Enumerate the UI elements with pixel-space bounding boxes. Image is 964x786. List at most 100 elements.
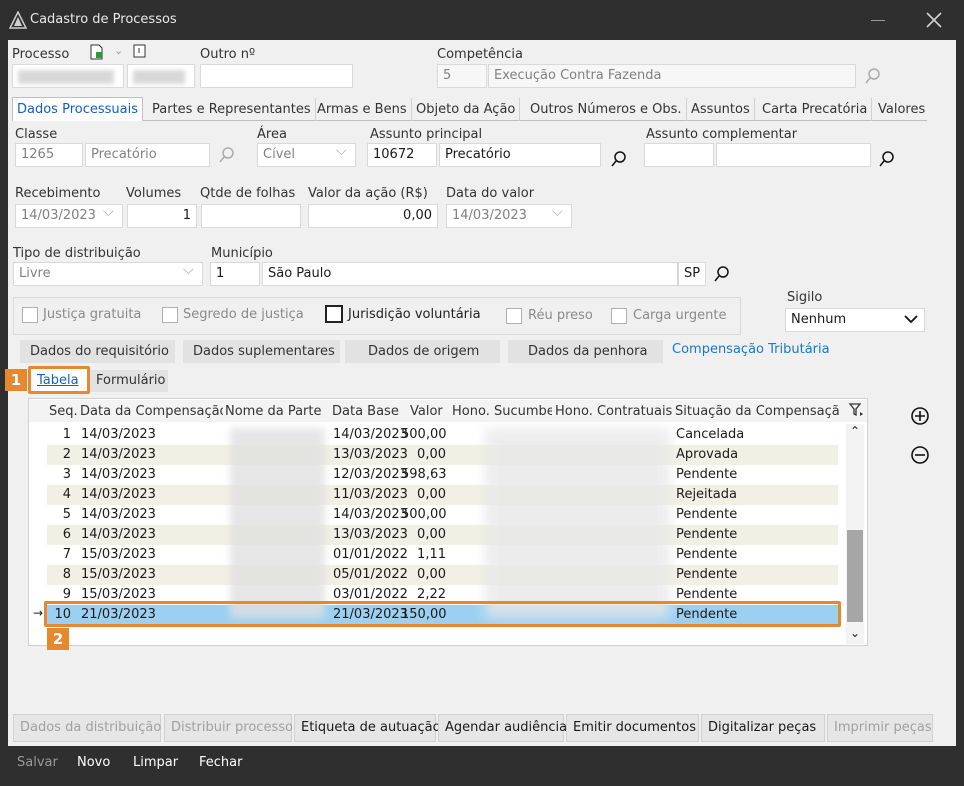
distribuir-processo-button[interactable]: Distribuir processo: [164, 714, 293, 742]
reu-preso-label: Réu preso: [528, 308, 593, 323]
col-hono-sucumbe[interactable]: Hono. Sucumbe: [452, 404, 552, 419]
imprimir-pecas-button[interactable]: Imprimir peças: [827, 714, 933, 742]
municipio-code-field[interactable]: 1: [210, 262, 260, 286]
col-data-compensacao[interactable]: Data da Compensação: [80, 404, 223, 419]
folhas-field[interactable]: [201, 204, 301, 228]
outro-numero-field[interactable]: [200, 64, 353, 88]
carga-urgente-checkbox[interactable]: [611, 308, 627, 324]
tab-dados-processuais[interactable]: Dados Processuais: [12, 97, 143, 121]
justica-gratuita-checkbox[interactable]: [22, 307, 38, 323]
data-cell: 14/03/2023: [81, 447, 156, 462]
assunto-principal-search-icon[interactable]: [610, 150, 628, 168]
tipo-dist-select[interactable]: Livre: [13, 262, 203, 286]
segredo-justica-checkbox[interactable]: [162, 307, 178, 323]
subtab-suplementares[interactable]: Dados suplementares: [193, 344, 335, 359]
data-valor-chevron-down-icon[interactable]: ⌵: [552, 204, 563, 220]
data-base-cell: 13/03/2023: [333, 447, 408, 462]
col-valor[interactable]: Valor: [410, 404, 443, 419]
emitir-documentos-button[interactable]: Emitir documentos: [566, 714, 699, 742]
scrollbar-thumb[interactable]: [847, 530, 863, 622]
table-row[interactable]: 7 15/03/2023 01/01/2022 1,11 Pendente: [47, 545, 838, 565]
minus-circle-icon[interactable]: [910, 445, 930, 465]
folhas-label: Qtde de folhas: [200, 186, 296, 201]
table-row[interactable]: 4 14/03/2023 11/03/2023 0,00 Rejeitada: [47, 485, 838, 505]
tab-valores[interactable]: Valores: [874, 98, 929, 121]
etiqueta-autuacao-button[interactable]: Etiqueta de autuação: [294, 714, 441, 742]
tab-objeto[interactable]: Objeto da Ação: [412, 98, 521, 121]
data-base-cell: 12/03/2023: [333, 467, 408, 482]
note-icon[interactable]: [132, 44, 148, 60]
fechar-button[interactable]: Fechar: [199, 755, 242, 770]
classe-code-field[interactable]: 1265: [15, 143, 83, 167]
limpar-button[interactable]: Limpar: [133, 755, 178, 770]
data-cell: 15/03/2023: [81, 587, 156, 602]
processo-year-field[interactable]: [127, 64, 195, 88]
assunto-principal-code-field[interactable]: 10672: [367, 143, 437, 167]
salvar-button[interactable]: Salvar: [17, 755, 58, 770]
data-cell: 14/03/2023: [81, 427, 156, 442]
novo-button[interactable]: Novo: [77, 755, 110, 770]
subtab-requisitorio[interactable]: Dados do requisitório: [30, 344, 169, 359]
municipio-search-icon[interactable]: [713, 265, 731, 283]
digitalizar-pecas-button[interactable]: Digitalizar peças: [701, 714, 825, 742]
scroll-up-icon[interactable]: ⌃: [850, 424, 860, 438]
tab-carta-precatoria[interactable]: Carta Precatória: [758, 98, 873, 121]
classe-search-icon[interactable]: [218, 146, 236, 164]
assunto-complementar-code-field[interactable]: [644, 143, 714, 167]
situacao-cell: Pendente: [676, 587, 738, 602]
current-row-arrow-icon: →: [33, 606, 44, 620]
recebimento-chevron-down-icon[interactable]: ⌵: [103, 204, 114, 220]
dados-distribuicao-button[interactable]: Dados da distribuição: [13, 714, 161, 742]
assunto-complementar-search-icon[interactable]: [878, 150, 896, 168]
tab-assuntos[interactable]: Assuntos: [687, 98, 755, 121]
dropdown-arrow-icon[interactable]: ⌄: [114, 44, 123, 57]
new-document-icon[interactable]: [88, 44, 106, 60]
competencia-value-field[interactable]: Execução Contra Fazenda: [488, 64, 856, 88]
jurisdicao-voluntaria-checkbox[interactable]: [325, 305, 343, 323]
sigilo-chevron-down-icon[interactable]: [904, 314, 918, 324]
classe-value-field[interactable]: Precatório: [85, 143, 210, 167]
area-chevron-down-icon[interactable]: ⌵: [336, 143, 347, 159]
processo-number-field[interactable]: [12, 64, 124, 88]
data-base-cell: 13/03/2023: [333, 527, 408, 542]
tab-outros-numeros[interactable]: Outros Números e Obs.: [526, 98, 687, 121]
subtab-compensacao[interactable]: Compensação Tributária: [672, 342, 830, 357]
badge-one: 1: [5, 369, 27, 391]
tab-armas[interactable]: Armas e Bens: [313, 98, 412, 121]
subtab-origem[interactable]: Dados de origem: [368, 344, 479, 359]
col-nome-parte[interactable]: Nome da Parte: [225, 404, 321, 419]
municipio-value-field[interactable]: São Paulo: [262, 262, 678, 286]
table-row[interactable]: 1 14/03/2023 14/03/2023 500,00 Cancelada: [47, 425, 838, 445]
minimize-button[interactable]: [868, 10, 888, 30]
close-icon[interactable]: [925, 11, 943, 29]
valor-field[interactable]: 0,00: [308, 204, 438, 228]
agendar-audiencia-button[interactable]: Agendar audiência: [438, 714, 567, 742]
col-hono-contratuais[interactable]: Hono. Contratuais: [555, 404, 672, 419]
data-cell: 14/03/2023: [81, 467, 156, 482]
scroll-down-icon[interactable]: ⌄: [850, 626, 860, 640]
tab-formulario[interactable]: Formulário: [96, 373, 165, 388]
subtab-penhora[interactable]: Dados da penhora: [528, 344, 647, 359]
plus-circle-icon[interactable]: [910, 406, 930, 426]
assunto-complementar-value-field[interactable]: [716, 143, 871, 167]
filter-icon[interactable]: [848, 402, 864, 418]
col-data-base[interactable]: Data Base: [332, 404, 399, 419]
table-row[interactable]: 6 14/03/2023 13/03/2023 0,00 Pendente: [47, 525, 838, 545]
table-row[interactable]: 2 14/03/2023 13/03/2023 0,00 Aprovada: [47, 445, 838, 465]
tab-partes[interactable]: Partes e Representantes: [148, 98, 316, 121]
classe-label: Classe: [15, 127, 58, 142]
municipio-uf-field[interactable]: SP: [678, 262, 706, 286]
col-seq[interactable]: Seq.: [49, 404, 78, 419]
volumes-field[interactable]: 1: [127, 204, 197, 228]
assunto-principal-value-field[interactable]: Precatório: [439, 143, 601, 167]
table-row[interactable]: 3 14/03/2023 12/03/2023 598,63 Pendente: [47, 465, 838, 485]
reu-preso-checkbox[interactable]: [506, 308, 522, 324]
assunto-complementar-label: Assunto complementar: [646, 127, 798, 142]
table-row[interactable]: 8 15/03/2023 05/01/2022 0,00 Pendente: [47, 565, 838, 585]
search-icon[interactable]: [864, 67, 882, 85]
tipo-dist-chevron-down-icon[interactable]: ⌵: [183, 262, 194, 278]
sigilo-label: Sigilo: [787, 290, 823, 305]
col-situacao[interactable]: Situação da Compensação: [675, 404, 839, 419]
table-row[interactable]: 5 14/03/2023 14/03/2023 500,00 Pendente: [47, 505, 838, 525]
competencia-code-field[interactable]: 5: [437, 64, 487, 88]
